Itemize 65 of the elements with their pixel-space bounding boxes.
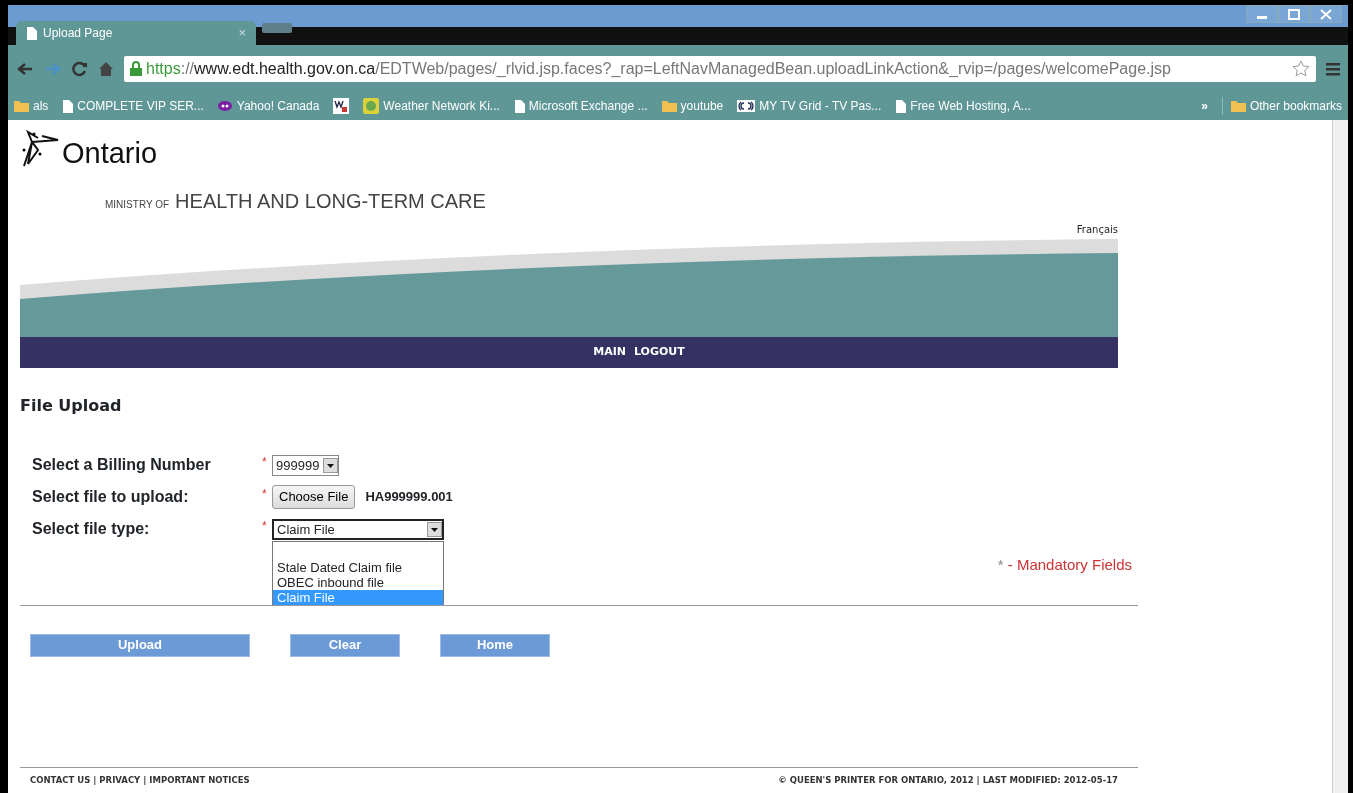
page-icon <box>62 99 74 113</box>
url-field[interactable]: https://www.edt.health.gov.on.ca/EDTWeb/pages/_rlvid.jsp.faces?_rap=LeftNavManagedBean.uploadLinkAction&_rvip=/pages/welcomePage.jsp <box>124 55 1316 82</box>
back-icon[interactable] <box>16 60 34 77</box>
action-button[interactable]: Home <box>440 633 550 657</box>
choose-file-button[interactable]: Choose File <box>272 485 356 509</box>
ministry-name: HEALTH AND LONG-TERM CARE <box>175 189 486 214</box>
folder-icon <box>14 100 29 112</box>
required-mark: * <box>262 518 268 536</box>
nav-link[interactable]: LOGOUT <box>634 344 685 361</box>
select-field[interactable]: 999999 <box>272 455 340 477</box>
bookmark[interactable]: MY TV Grid - TV Pas... <box>737 97 882 115</box>
browser-tab[interactable]: Upload Page × <box>16 21 256 45</box>
bookmark[interactable]: als <box>14 97 49 115</box>
field-label: Select file to upload: <box>32 487 190 508</box>
nav-link[interactable]: MAIN <box>593 344 626 361</box>
home-icon[interactable] <box>98 60 114 77</box>
caret-icon <box>431 527 438 532</box>
footer-link[interactable]: IMPORTANT NOTICES <box>149 775 250 786</box>
star-icon[interactable] <box>1292 59 1310 78</box>
mandatory-note: * - Mandatory Fields <box>997 555 1132 576</box>
field-label: Select a Billing Number <box>32 455 212 476</box>
trillium-logo-icon <box>20 130 60 168</box>
bookmark[interactable]: Other bookmarks <box>1221 97 1342 115</box>
separator: | <box>92 775 98 786</box>
reload-icon[interactable] <box>72 60 88 77</box>
bookmark[interactable]: COMPLETE VIP SER... <box>62 97 204 115</box>
bookmark[interactable]: Microsoft Exchange ... <box>513 97 648 115</box>
file-name: HA999999.001 <box>365 488 453 507</box>
page-heading: File Upload <box>20 396 123 416</box>
wr-icon[interactable] <box>333 98 350 114</box>
required-mark: * <box>262 454 268 472</box>
required-mark: * <box>262 486 268 504</box>
copyright-text: © QUEEN'S PRINTER FOR ONTARIO, 2012 | LAST MODIFIED: 2012-05-17 <box>778 774 1118 787</box>
page-icon <box>895 99 907 113</box>
action-button[interactable]: Upload <box>30 633 250 657</box>
maximize-icon[interactable] <box>1285 6 1303 22</box>
footer-link[interactable]: CONTACT US <box>30 775 91 786</box>
folder-icon <box>1230 100 1246 112</box>
tab-close-button[interactable]: × <box>238 23 246 43</box>
dropdown-option[interactable]: OBEC inbound file <box>273 575 443 591</box>
caret-icon <box>327 463 335 468</box>
separator: | <box>142 775 148 786</box>
weather-icon <box>363 98 380 114</box>
field-label: Select file type: <box>32 519 151 540</box>
yahoo-icon <box>217 100 233 112</box>
tv-icon <box>737 100 756 112</box>
footer-link[interactable]: PRIVACY <box>99 775 141 786</box>
language-link[interactable]: Français <box>1076 224 1118 235</box>
bookmark[interactable]: Yahoo! Canada <box>217 97 320 115</box>
bookmark[interactable]: Free Web Hosting, A... <box>895 97 1031 115</box>
scrollbar[interactable] <box>1332 120 1348 793</box>
ministry-prefix: MINISTRY OF <box>105 198 170 212</box>
bookmark[interactable]: Weather Network Ki... <box>363 97 500 115</box>
logo-text: Ontario <box>62 139 158 168</box>
tab-title: Upload Page <box>43 25 113 42</box>
menu-icon[interactable] <box>1326 61 1340 76</box>
dropdown-option[interactable]: Stale Dated Claim file <box>273 560 443 576</box>
bookmarks-overflow-button[interactable]: » <box>1201 97 1208 115</box>
bookmark[interactable]: youtube <box>661 97 724 115</box>
page-icon <box>26 26 37 40</box>
dropdown-option[interactable]: Claim File <box>273 590 443 606</box>
folder-icon <box>661 100 677 112</box>
action-button[interactable]: Clear <box>290 633 400 657</box>
select-field[interactable]: Claim File <box>272 519 444 541</box>
page-icon <box>513 99 525 113</box>
